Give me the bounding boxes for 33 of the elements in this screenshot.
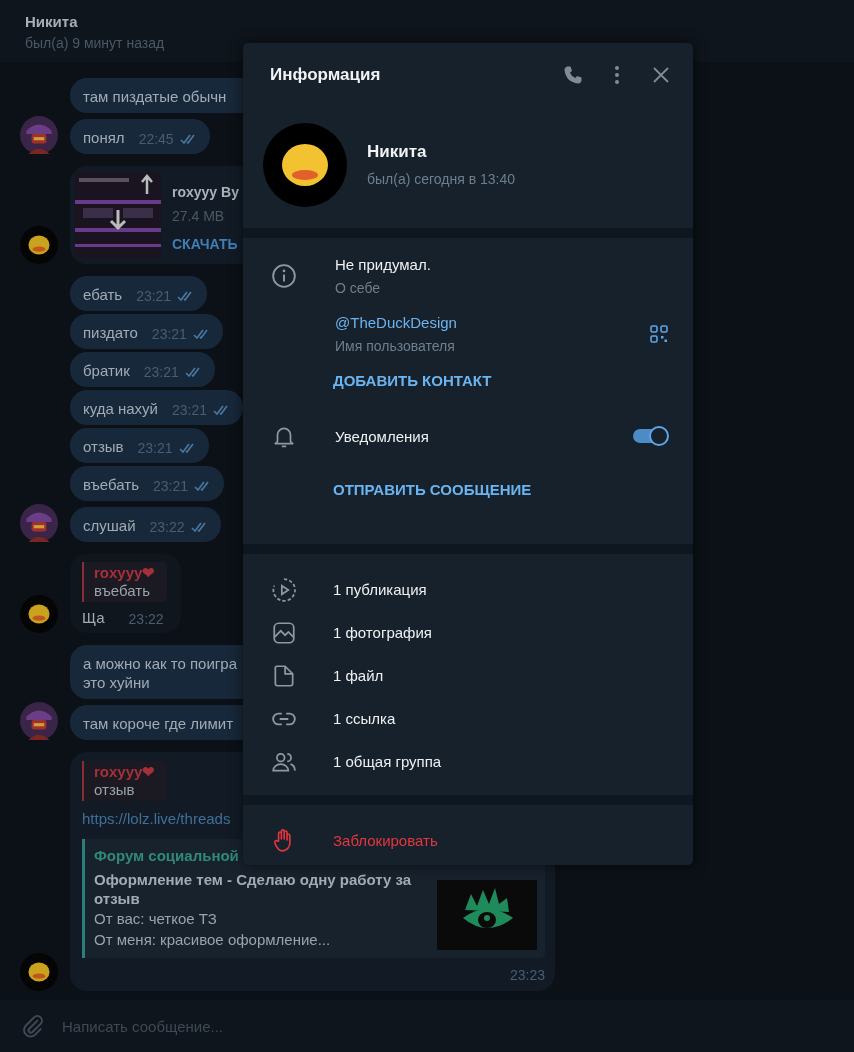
message-text: Ща [82, 608, 105, 627]
message-text: отзыв [83, 437, 124, 456]
preview-text: От вас: четкое ТЗ [94, 909, 218, 929]
message-text: а можно как то поигра это хуйни [83, 654, 237, 692]
quote-text: отзыв [94, 781, 136, 798]
preview-site: Форум социальной [94, 847, 239, 864]
message-text: куда нахуй [83, 399, 158, 418]
message-time: 23:23 [509, 967, 545, 983]
preview-text: От меня: красивое оформление... [94, 930, 332, 950]
preview-title: Оформление тем - Сделаю одну работу за отзыв [94, 870, 413, 908]
contact-name: Никита [25, 13, 78, 30]
username-label: Имя пользователя [335, 338, 455, 354]
profile-status: был(а) сегодня в 13:40 [367, 171, 516, 187]
panel-title: Информация [270, 65, 382, 85]
message-text: там пиздатые обычн [83, 87, 227, 106]
last-seen-status: был(а) 9 минут назад [25, 35, 165, 51]
file-size: 27.4 MB [172, 208, 226, 224]
notifications-label: Уведомления [335, 427, 430, 445]
bio-text: Не придумал. [335, 256, 431, 273]
quote-text: въебать [94, 582, 151, 599]
quote-author: roxyyy❤ [94, 763, 156, 781]
message-text: понял [83, 128, 125, 147]
message-text: ебать [83, 285, 123, 304]
message-text: въебать [83, 475, 139, 494]
file-name: roxyyy By [172, 184, 239, 200]
message-text: пиздато [83, 323, 138, 342]
message-time: 23:22 [128, 611, 164, 627]
message-text: братик [83, 361, 130, 380]
bio-label: О себе [335, 280, 381, 296]
message-text: слушай [83, 516, 136, 535]
profile-name: Никита [367, 142, 428, 162]
quote-author: roxyyy❤ [94, 564, 156, 582]
message-text: там короче где лимит [83, 714, 234, 733]
